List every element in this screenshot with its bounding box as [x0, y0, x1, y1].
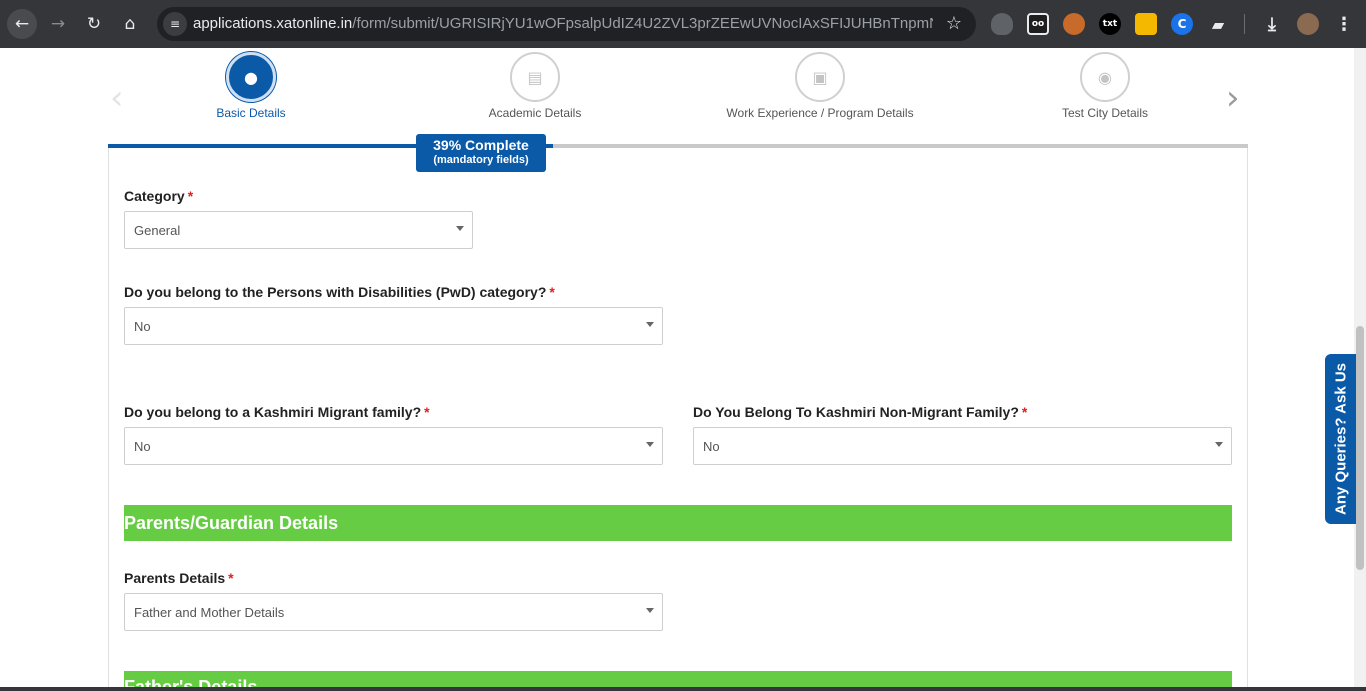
- pwd-select[interactable]: No: [124, 307, 663, 345]
- shield-extension-icon[interactable]: [991, 13, 1013, 35]
- address-bar[interactable]: ≡ applications.xatonline.in/form/submit/…: [157, 7, 976, 41]
- step-label: Test City Details: [1061, 106, 1149, 120]
- puzzle-extensions-icon[interactable]: ▰: [1207, 13, 1229, 35]
- user-icon: ●: [226, 52, 276, 102]
- step-basic-details[interactable]: ● Basic Details: [141, 52, 361, 120]
- url-host: applications.xatonline.in: [193, 15, 353, 32]
- url-path: /form/submit/UGRISIRjYU1wOFpsalpUdIZ4U2Z…: [352, 15, 933, 32]
- category-select[interactable]: General: [124, 211, 473, 249]
- required-marker: *: [228, 570, 234, 586]
- kashmiri-migrant-label: Do you belong to a Kashmiri Migrant fami…: [124, 404, 430, 420]
- required-marker: *: [424, 404, 430, 420]
- step-work-experience[interactable]: ▣ Work Experience / Program Details: [710, 52, 930, 120]
- parents-guardian-section-header: Parents/Guardian Details: [124, 505, 1232, 541]
- kebab-menu-icon[interactable]: ⋮: [1333, 13, 1355, 35]
- kashmiri-migrant-value: No: [134, 439, 151, 454]
- chevron-down-icon: [646, 322, 654, 327]
- back-arrow-icon[interactable]: ←: [7, 9, 37, 39]
- url-text[interactable]: applications.xatonline.in/form/submit/UG…: [193, 15, 933, 32]
- browser-toolbar: ← → ↻ ⌂ ≡ applications.xatonline.in/form…: [0, 0, 1366, 48]
- step-label: Basic Details: [216, 106, 286, 120]
- chevron-down-icon: [1215, 442, 1223, 447]
- step-label: Academic Details: [488, 106, 582, 120]
- location-pin-icon: ◉: [1080, 52, 1130, 102]
- forward-arrow-icon[interactable]: →: [43, 9, 73, 39]
- kashmiri-non-migrant-label: Do You Belong To Kashmiri Non-Migrant Fa…: [693, 404, 1028, 420]
- download-icon[interactable]: ⤓: [1261, 13, 1283, 35]
- bookmark-star-icon[interactable]: ☆: [946, 13, 962, 34]
- txt-extension-icon[interactable]: txt: [1099, 13, 1121, 35]
- ask-us-button[interactable]: Any Queries? Ask Us: [1325, 354, 1356, 524]
- site-settings-icon[interactable]: ≡: [163, 12, 187, 36]
- home-icon[interactable]: ⌂: [115, 9, 145, 39]
- step-test-city-details[interactable]: ◉ Test City Details: [995, 52, 1215, 120]
- profile-avatar[interactable]: [1297, 13, 1319, 35]
- father-details-section-header: Father's Details: [124, 671, 1232, 687]
- parents-details-label: Parents Details *: [124, 570, 234, 586]
- step-academic-details[interactable]: ▤ Academic Details: [425, 52, 645, 120]
- category-label: Category *: [124, 188, 194, 204]
- chevron-down-icon: [456, 226, 464, 231]
- chevron-down-icon: [646, 442, 654, 447]
- note-extension-icon[interactable]: [1135, 13, 1157, 35]
- step-label: Work Experience / Program Details: [726, 106, 914, 120]
- pwd-label: Do you belong to the Persons with Disabi…: [124, 284, 555, 300]
- bottom-edge: [0, 687, 1366, 691]
- reload-icon[interactable]: ↻: [79, 9, 109, 39]
- stepper-next-icon[interactable]: ›: [1226, 78, 1240, 118]
- chevron-down-icon: [646, 608, 654, 613]
- required-marker: *: [549, 284, 555, 300]
- avatar-extension-icon[interactable]: [1063, 13, 1085, 35]
- kashmiri-non-migrant-select[interactable]: No: [693, 427, 1232, 465]
- parents-details-select[interactable]: Father and Mother Details: [124, 593, 663, 631]
- briefcase-icon: ▣: [795, 52, 845, 102]
- required-marker: *: [187, 188, 194, 204]
- kashmiri-non-migrant-value: No: [703, 439, 720, 454]
- scrollbar-thumb[interactable]: [1356, 326, 1364, 570]
- stepper-prev-icon[interactable]: ‹: [110, 78, 124, 118]
- toolbar-divider: [1244, 14, 1245, 34]
- eyes-extension-icon[interactable]: oo: [1027, 13, 1049, 35]
- kashmiri-migrant-select[interactable]: No: [124, 427, 663, 465]
- required-marker: *: [1021, 404, 1028, 420]
- c-extension-icon[interactable]: C: [1171, 13, 1193, 35]
- pwd-value: No: [134, 319, 151, 334]
- document-icon: ▤: [510, 52, 560, 102]
- parents-details-value: Father and Mother Details: [134, 605, 285, 620]
- ask-us-label: Any Queries? Ask Us: [1332, 363, 1349, 515]
- category-value: General: [134, 223, 181, 238]
